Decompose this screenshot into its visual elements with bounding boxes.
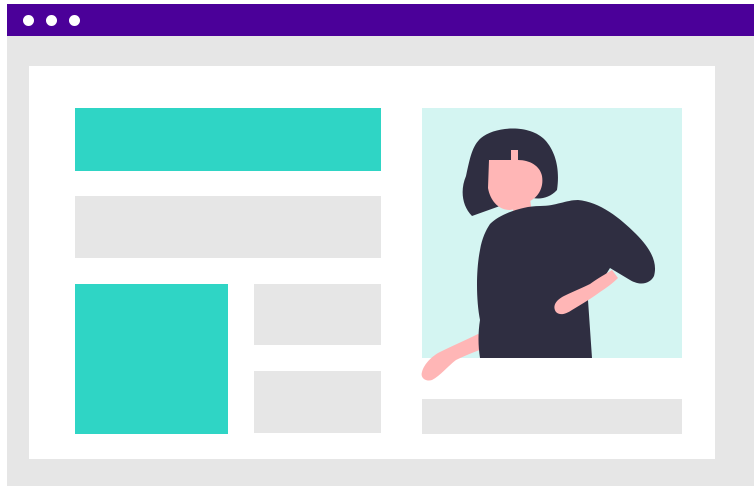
browser-mockup-illustration (0, 0, 754, 486)
shirt-shape (477, 200, 656, 358)
woman-waving-illustration (421, 128, 656, 381)
